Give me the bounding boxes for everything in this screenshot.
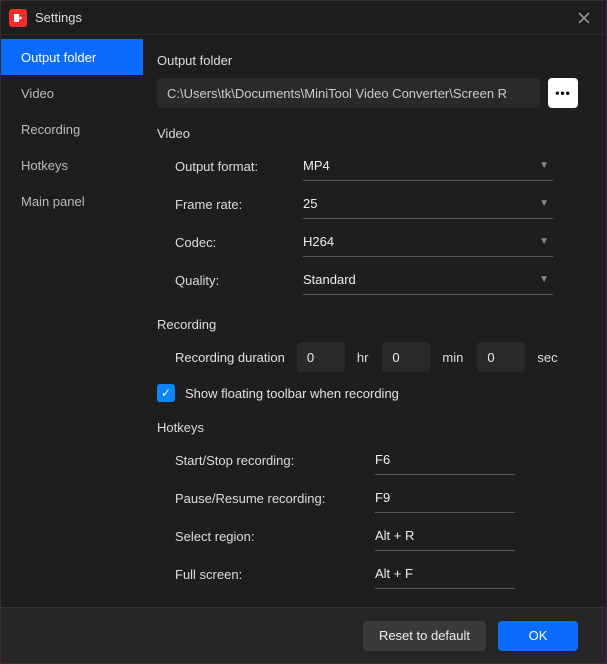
codec-label: Codec: — [175, 235, 303, 250]
sidebar-item-label: Recording — [21, 122, 80, 137]
sidebar-item-label: Output folder — [21, 50, 96, 65]
quality-select[interactable]: Standard ▼ — [303, 265, 553, 295]
hotkeys-group: Start/Stop recording: F6 Pause/Resume re… — [157, 445, 578, 589]
sidebar: Output folder Video Recording Hotkeys Ma… — [1, 35, 143, 607]
show-toolbar-checkbox[interactable]: ✓ — [157, 384, 175, 402]
close-button[interactable] — [570, 4, 598, 32]
recording-duration-row: Recording duration hr min sec — [157, 342, 578, 372]
output-folder-row: ••• — [157, 78, 578, 108]
chevron-down-icon: ▼ — [539, 198, 549, 209]
hotkey-full-screen-label: Full screen: — [175, 567, 375, 582]
hotkey-select-region-input[interactable]: Alt + R — [375, 521, 515, 551]
chevron-down-icon: ▼ — [539, 274, 549, 285]
window-title: Settings — [35, 10, 570, 25]
ellipsis-icon: ••• — [555, 86, 571, 100]
output-format-value: MP4 — [303, 158, 330, 173]
duration-min-input[interactable] — [382, 342, 430, 372]
hotkey-pause-resume-input[interactable]: F9 — [375, 483, 515, 513]
body: Output folder Video Recording Hotkeys Ma… — [1, 35, 606, 607]
app-logo-icon — [9, 9, 27, 27]
check-icon: ✓ — [161, 386, 171, 400]
video-quality-row: Quality: Standard ▼ — [157, 265, 578, 295]
hotkey-full-screen-row: Full screen: Alt + F — [157, 559, 578, 589]
hotkey-start-stop-label: Start/Stop recording: — [175, 453, 375, 468]
codec-select[interactable]: H264 ▼ — [303, 227, 553, 257]
min-unit: min — [442, 350, 463, 365]
recording-duration-label: Recording duration — [175, 350, 285, 365]
output-format-select[interactable]: MP4 ▼ — [303, 151, 553, 181]
hotkey-start-stop-row: Start/Stop recording: F6 — [157, 445, 578, 475]
codec-value: H264 — [303, 234, 334, 249]
frame-rate-value: 25 — [303, 196, 317, 211]
sidebar-item-recording[interactable]: Recording — [1, 111, 143, 147]
quality-value: Standard — [303, 272, 356, 287]
footer: Reset to default OK — [1, 607, 606, 663]
sidebar-item-label: Video — [21, 86, 54, 101]
show-toolbar-row: ✓ Show floating toolbar when recording — [157, 384, 578, 402]
duration-sec-input[interactable] — [477, 342, 525, 372]
hr-unit: hr — [357, 350, 369, 365]
browse-button[interactable]: ••• — [548, 78, 578, 108]
hotkey-start-stop-input[interactable]: F6 — [375, 445, 515, 475]
titlebar: Settings — [1, 1, 606, 35]
video-codec-row: Codec: H264 ▼ — [157, 227, 578, 257]
close-icon — [578, 12, 590, 24]
hotkey-select-region-row: Select region: Alt + R — [157, 521, 578, 551]
ok-button[interactable]: OK — [498, 621, 578, 651]
sidebar-item-output-folder[interactable]: Output folder — [1, 39, 143, 75]
section-output-folder-label: Output folder — [157, 53, 578, 68]
hotkey-pause-resume-row: Pause/Resume recording: F9 — [157, 483, 578, 513]
hotkey-full-screen-input[interactable]: Alt + F — [375, 559, 515, 589]
output-format-label: Output format: — [175, 159, 303, 174]
main-panel: Output folder ••• Video Output format: M… — [143, 35, 606, 607]
quality-label: Quality: — [175, 273, 303, 288]
chevron-down-icon: ▼ — [539, 236, 549, 247]
frame-rate-select[interactable]: 25 ▼ — [303, 189, 553, 219]
video-frame-rate-row: Frame rate: 25 ▼ — [157, 189, 578, 219]
sidebar-item-label: Hotkeys — [21, 158, 68, 173]
section-recording-label: Recording — [157, 317, 578, 332]
frame-rate-label: Frame rate: — [175, 197, 303, 212]
hotkey-select-region-label: Select region: — [175, 529, 375, 544]
chevron-down-icon: ▼ — [539, 160, 549, 171]
section-video-label: Video — [157, 126, 578, 141]
hotkey-pause-resume-label: Pause/Resume recording: — [175, 491, 375, 506]
sidebar-item-main-panel[interactable]: Main panel — [1, 183, 143, 219]
settings-window: Settings Output folder Video Recording H… — [0, 0, 607, 664]
sidebar-item-video[interactable]: Video — [1, 75, 143, 111]
section-hotkeys-label: Hotkeys — [157, 420, 578, 435]
show-toolbar-label: Show floating toolbar when recording — [185, 386, 399, 401]
duration-hr-input[interactable] — [297, 342, 345, 372]
reset-to-default-button[interactable]: Reset to default — [363, 621, 486, 651]
sidebar-item-hotkeys[interactable]: Hotkeys — [1, 147, 143, 183]
video-output-format-row: Output format: MP4 ▼ — [157, 151, 578, 181]
sidebar-item-label: Main panel — [21, 194, 85, 209]
output-folder-input[interactable] — [157, 78, 540, 108]
sec-unit: sec — [537, 350, 557, 365]
